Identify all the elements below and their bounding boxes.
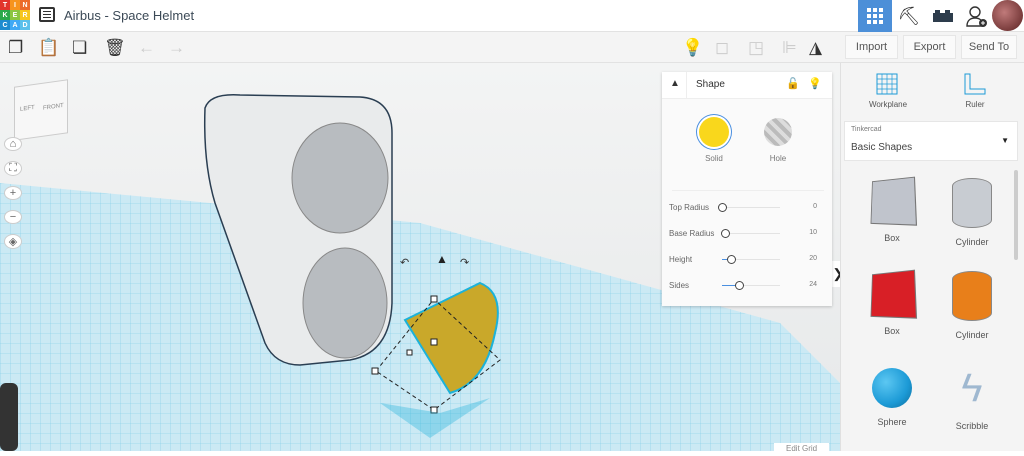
param-label: Height	[669, 255, 693, 264]
group-icon[interactable]: ◻	[715, 38, 729, 58]
paste-icon[interactable]: 📋	[38, 38, 59, 58]
view-cube[interactable]: LEFT FRONT	[14, 79, 68, 141]
slider-knob[interactable]	[726, 255, 736, 264]
pickaxe-icon: ⛏	[897, 5, 921, 26]
ruler-label: Ruler	[965, 100, 985, 109]
chevron-down-icon: ▼	[1001, 136, 1009, 145]
hole-label: Hole	[769, 154, 787, 163]
logo-letter: C	[0, 20, 10, 30]
logo-letter: D	[20, 20, 30, 30]
param-label: Sides	[669, 281, 690, 290]
workplane-label[interactable]: Workplane	[862, 100, 914, 109]
zoom-in-icon[interactable]: +	[4, 186, 22, 200]
invite-user-button[interactable]	[960, 0, 994, 32]
minecraft-view-button[interactable]: ⛏	[892, 0, 926, 32]
logo-letter: A	[10, 20, 20, 30]
design-title[interactable]: Airbus - Space Helmet	[64, 8, 194, 23]
solid-label: Solid	[705, 154, 723, 163]
tinkercad-logo[interactable]: T I N K E R C A D	[0, 0, 30, 30]
param-value[interactable]: 10	[790, 229, 817, 236]
ruler-icon	[964, 73, 986, 95]
library-category: Tinkercad	[851, 126, 882, 133]
shape-box[interactable]: Box	[862, 269, 922, 336]
duplicate-icon[interactable]: ❏	[72, 38, 87, 58]
scrollbar[interactable]	[1014, 170, 1018, 260]
send-to-button[interactable]: Send To	[961, 35, 1017, 59]
lego-view-button[interactable]	[926, 0, 960, 32]
logo-letter: N	[20, 0, 30, 10]
lift-arrow-icon[interactable]: ▲	[436, 252, 448, 266]
shape-scribble[interactable]: ϟ Scribble	[942, 364, 1002, 431]
shape-box[interactable]: Box	[862, 176, 922, 243]
param-value[interactable]: 24	[790, 281, 817, 288]
lock-icon[interactable]: 🔓	[786, 77, 800, 90]
partial-object[interactable]	[0, 383, 18, 451]
home-icon[interactable]: ⌂	[4, 137, 22, 151]
logo-letter: E	[10, 10, 20, 20]
workplane-tool[interactable]	[875, 72, 899, 101]
shape-sphere[interactable]: Sphere	[862, 364, 922, 427]
slider-knob[interactable]	[720, 229, 730, 238]
cube-face-left[interactable]: LEFT	[20, 105, 35, 113]
zoom-out-icon[interactable]: −	[4, 210, 22, 224]
shape-inspector: ▲ Shape 🔓 💡 Solid Hole	[662, 72, 832, 306]
param-slider[interactable]	[722, 255, 780, 264]
panel-title: Shape	[696, 79, 725, 90]
slider-knob[interactable]	[718, 203, 727, 212]
shape-cylinder[interactable]: Cylinder	[942, 271, 1002, 340]
add-user-icon	[966, 6, 987, 27]
library-value: Basic Shapes	[851, 142, 913, 153]
3d-design-view-button[interactable]	[858, 0, 892, 32]
view-controls: ⌂ ⛶ + − ◈	[4, 137, 22, 249]
redo-icon[interactable]: →	[168, 38, 185, 58]
mirror-icon[interactable]: ◮	[809, 38, 822, 58]
ruler-tool[interactable]	[963, 72, 987, 101]
param-label: Base Radius	[669, 229, 715, 238]
param-value[interactable]: 0	[790, 203, 817, 210]
shape-cylinder[interactable]: Cylinder	[942, 178, 1002, 247]
solid-swatch[interactable]	[699, 117, 729, 147]
hole-swatch[interactable]	[764, 118, 792, 146]
ungroup-icon[interactable]: ◳	[748, 38, 764, 58]
shape-label: Box	[884, 326, 900, 336]
align-icon[interactable]: ⊫	[782, 38, 797, 58]
shape-label: Box	[884, 233, 900, 243]
visibility-bulb-icon[interactable]: 💡	[808, 77, 822, 90]
param-slider[interactable]	[722, 281, 780, 290]
import-button[interactable]: Import	[845, 35, 898, 59]
export-button[interactable]: Export	[903, 35, 956, 59]
workplane-icon	[876, 73, 898, 95]
param-slider[interactable]	[720, 229, 780, 238]
fit-view-icon[interactable]: ⛶	[4, 161, 22, 176]
lightbulb-icon[interactable]: 💡	[682, 38, 703, 58]
shape-label: Cylinder	[955, 237, 989, 247]
design-list-icon[interactable]	[39, 7, 55, 22]
logo-letter: T	[0, 0, 10, 10]
collapse-triangle-icon[interactable]: ▲	[670, 78, 680, 89]
shape-label: Sphere	[877, 417, 907, 427]
param-label: Top Radius	[669, 203, 710, 212]
logo-letter: I	[10, 0, 20, 10]
brick-icon	[933, 10, 953, 22]
shape-label: Cylinder	[955, 330, 989, 340]
copy-icon[interactable]: ❐	[8, 38, 23, 58]
param-value[interactable]: 20	[790, 255, 817, 262]
user-avatar[interactable]	[992, 0, 1023, 31]
cube-face-front[interactable]: FRONT	[43, 103, 64, 112]
grid-icon	[867, 8, 883, 24]
trash-icon[interactable]: 🗑	[104, 38, 126, 58]
rotate-handle-icon[interactable]: ↷	[460, 257, 469, 269]
shape-library-select[interactable]: Tinkercad Basic Shapes ▼	[844, 121, 1018, 161]
undo-icon[interactable]: ←	[138, 38, 155, 58]
shape-label: Scribble	[955, 421, 989, 431]
top-bar: T I N K E R C A D Airbus - Space Helmet …	[0, 0, 1024, 32]
perspective-icon[interactable]: ◈	[4, 234, 22, 249]
rotate-handle-icon[interactable]: ↶	[400, 257, 409, 269]
logo-letter: K	[0, 10, 10, 20]
edit-grid-button[interactable]: Edit Grid	[774, 443, 830, 454]
logo-letter: R	[20, 10, 30, 20]
param-slider[interactable]	[718, 203, 780, 212]
